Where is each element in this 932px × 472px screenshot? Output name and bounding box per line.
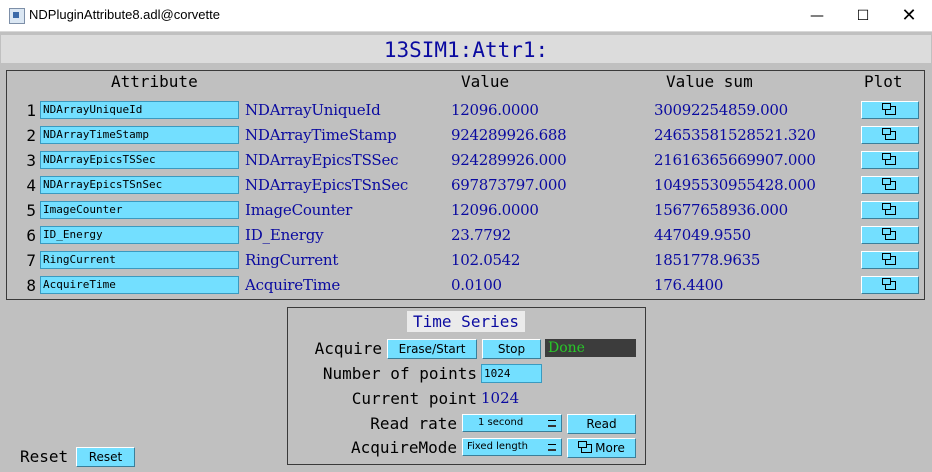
attribute-input[interactable]: NDArrayTimeStamp (40, 126, 239, 144)
read-rate-label: Read rate (370, 414, 457, 433)
row-number: 6 (26, 226, 36, 245)
attribute-value-sum: 176.4400 (654, 276, 724, 294)
reset-button[interactable]: Reset (76, 447, 135, 467)
attribute-value-sum: 447049.9550 (654, 226, 751, 244)
plot-related-display-icon (881, 227, 896, 240)
attribute-value: 0.0100 (451, 276, 502, 294)
attribute-value: 12096.0000 (451, 101, 539, 119)
attribute-name: ImageCounter (245, 201, 353, 219)
row-number: 1 (26, 101, 36, 120)
row-number: 8 (26, 276, 36, 295)
plot-button[interactable] (861, 276, 919, 294)
row-number: 7 (26, 251, 36, 270)
plot-button[interactable] (861, 126, 919, 144)
stop-button[interactable]: Stop (482, 339, 541, 359)
attribute-name: ID_Energy (245, 226, 324, 244)
attribute-value-sum: 30092254859.000 (654, 101, 788, 119)
plot-button[interactable] (861, 101, 919, 119)
plot-button[interactable] (861, 251, 919, 269)
column-header-attribute: Attribute (111, 72, 198, 91)
acquire-status: Done (545, 339, 636, 357)
acquire-mode-value: Fixed length (467, 441, 528, 452)
plot-button[interactable] (861, 151, 919, 169)
attribute-name: NDArrayUniqueId (245, 101, 381, 119)
plot-related-display-icon (881, 202, 896, 215)
attribute-name: NDArrayTimeStamp (245, 126, 397, 144)
attribute-value: 102.0542 (451, 251, 521, 269)
window-title: NDPluginAttribute8.adl@corvette (29, 7, 220, 22)
attribute-value: 924289926.688 (451, 126, 567, 144)
attribute-value-sum: 10495530955428.000 (654, 176, 816, 194)
column-header-plot: Plot (864, 72, 903, 91)
attribute-name: AcquireTime (245, 276, 341, 294)
plot-button[interactable] (861, 226, 919, 244)
attribute-name: NDArrayEpicsTSSec (245, 151, 399, 169)
close-button[interactable]: ✕ (886, 0, 932, 31)
row-number: 4 (26, 176, 36, 195)
more-label: More (595, 441, 625, 455)
number-of-points-label: Number of points (322, 364, 477, 383)
plot-related-display-icon (881, 252, 896, 265)
attribute-name: NDArrayEpicsTSnSec (245, 176, 409, 194)
attribute-input[interactable]: NDArrayEpicsTSSec (40, 151, 239, 169)
attribute-input[interactable]: ID_Energy (40, 226, 239, 244)
acquire-label: Acquire (314, 339, 382, 358)
attribute-value: 23.7792 (451, 226, 511, 244)
related-display-icon (578, 440, 593, 453)
acquire-mode-label: AcquireMode (351, 438, 457, 457)
attribute-value-sum: 21616365669907.000 (654, 151, 816, 169)
maximize-button[interactable]: ☐ (840, 0, 886, 31)
read-rate-value: 1 second (478, 417, 524, 428)
attribute-value-sum: 1851778.9635 (654, 251, 761, 269)
plot-button[interactable] (861, 176, 919, 194)
attribute-value-sum: 24653581528521.320 (654, 126, 816, 144)
menu-indicator-icon (548, 444, 556, 451)
row-number: 2 (26, 126, 36, 145)
attribute-value: 12096.0000 (451, 201, 539, 219)
attribute-value: 697873797.000 (451, 176, 567, 194)
acquire-mode-menu[interactable]: Fixed length (462, 438, 562, 456)
time-series-title: Time Series (407, 311, 525, 332)
plot-related-display-icon (881, 127, 896, 140)
attribute-input[interactable]: NDArrayUniqueId (40, 101, 239, 119)
page-title: 13SIM1:Attr1: (383, 38, 549, 62)
row-number: 5 (26, 201, 36, 220)
attribute-input[interactable]: AcquireTime (40, 276, 239, 294)
plot-related-display-icon (881, 177, 896, 190)
attribute-value-sum: 15677658936.000 (654, 201, 788, 219)
column-header-value: Value (461, 72, 510, 91)
attribute-input[interactable]: ImageCounter (40, 201, 239, 219)
plot-button[interactable] (861, 201, 919, 219)
read-rate-menu[interactable]: 1 second (462, 414, 562, 432)
attribute-name: RingCurrent (245, 251, 339, 269)
more-button[interactable]: More (567, 438, 636, 458)
attribute-input[interactable]: RingCurrent (40, 251, 239, 269)
menu-indicator-icon (548, 420, 556, 427)
plot-related-display-icon (881, 277, 896, 290)
current-point-value: 1024 (481, 389, 520, 407)
attribute-value: 924289926.000 (451, 151, 567, 169)
plot-related-display-icon (881, 102, 896, 115)
current-point-label: Current point (351, 389, 477, 408)
column-header-value-sum: Value sum (666, 72, 753, 91)
read-button[interactable]: Read (567, 414, 636, 434)
minimize-button[interactable]: — (794, 0, 840, 31)
erase-start-button[interactable]: Erase/Start (387, 339, 477, 359)
plot-related-display-icon (881, 152, 896, 165)
number-of-points-input[interactable]: 1024 (481, 364, 542, 383)
reset-label: Reset (20, 447, 69, 466)
row-number: 3 (26, 151, 36, 170)
attribute-input[interactable]: NDArrayEpicsTSnSec (40, 176, 239, 194)
app-icon (9, 8, 25, 24)
